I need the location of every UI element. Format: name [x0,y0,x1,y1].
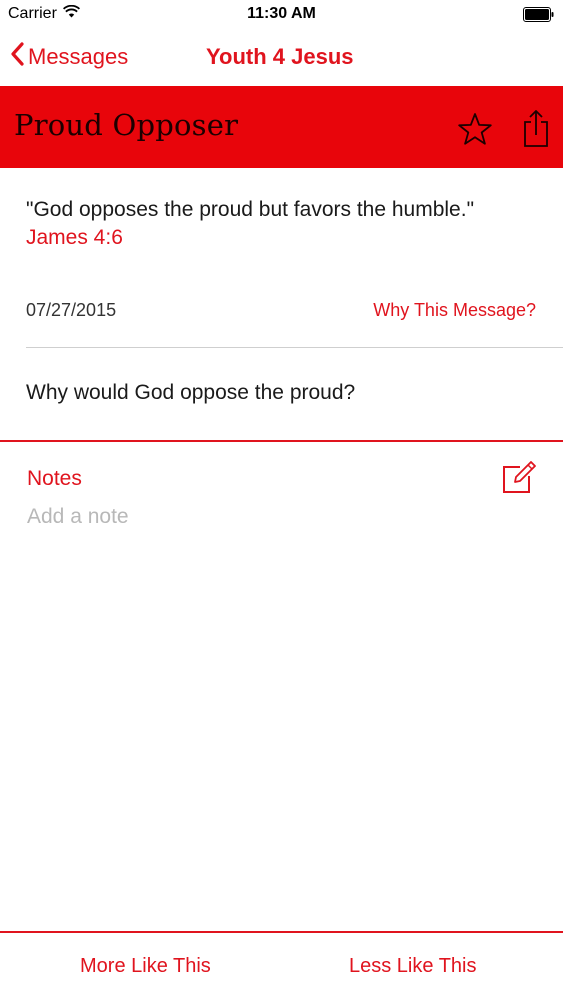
back-button[interactable]: Messages [10,42,128,72]
status-time: 11:30 AM [247,5,316,22]
scripture-quote: "God opposes the proud but favors the hu… [26,196,546,252]
reflection-question: Why would God oppose the proud? [26,381,356,404]
nav-title: Youth 4 Jesus [206,44,354,69]
more-like-this-button[interactable]: More Like This [80,955,211,978]
battery-icon [523,7,555,27]
notes-label: Notes [27,467,82,490]
bottom-bar-divider [0,931,563,933]
less-like-this-button[interactable]: Less Like This [349,955,476,978]
quote-text: "God opposes the proud but favors the hu… [26,198,475,221]
section-divider [26,347,563,348]
add-note-input[interactable] [27,505,527,529]
scripture-reference-link[interactable]: James 4:6 [26,224,546,252]
navigation-bar: Messages Youth 4 Jesus [0,30,563,86]
notes-divider [0,440,563,442]
star-icon [457,113,493,150]
compose-icon [501,461,537,499]
share-icon [521,110,551,152]
message-date: 07/27/2015 [26,300,117,320]
message-meta-row: 07/27/2015 Why This Message? [26,298,536,324]
edit-note-button[interactable] [501,461,537,500]
message-title: Proud Opposer [14,108,239,142]
share-button[interactable] [521,108,551,153]
why-this-message-link[interactable]: Why This Message? [373,300,536,321]
status-bar: Carrier 11:30 AM [0,0,563,30]
chevron-left-icon [10,42,28,72]
message-header: Proud Opposer [0,86,563,168]
favorite-button[interactable] [457,112,493,151]
back-label: Messages [28,44,129,69]
